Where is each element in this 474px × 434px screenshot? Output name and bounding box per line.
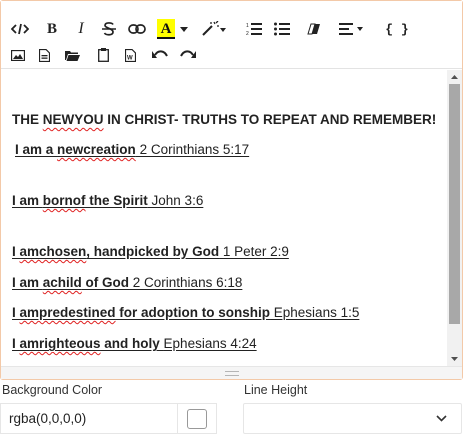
- font-color-dropdown-icon[interactable]: [179, 18, 189, 40]
- line-bold-pre: I: [12, 336, 20, 351]
- scroll-up-icon[interactable]: [447, 70, 462, 84]
- content-line: I amchosen, handpicked by God 1 Peter 2:…: [12, 244, 289, 259]
- scrollbar-thumb[interactable]: [449, 84, 460, 324]
- strikethrough-icon[interactable]: [100, 18, 118, 40]
- editor-resize-handle[interactable]: [1, 366, 462, 379]
- line-bold-pre: I: [12, 305, 20, 320]
- line-ref: Ephesians 1:5: [270, 305, 360, 320]
- eraser-icon[interactable]: [305, 18, 323, 40]
- undo-icon[interactable]: [151, 44, 169, 66]
- color-swatch-button[interactable]: [177, 403, 217, 434]
- font-color-button[interactable]: A: [155, 18, 177, 40]
- ordered-list-icon[interactable]: 12: [245, 18, 263, 40]
- editor-toolbar: B I A 12 { } W: [1, 1, 462, 69]
- color-swatch: [187, 408, 207, 429]
- font-color-icon: A: [157, 19, 175, 39]
- line-bold-pre: I am: [12, 275, 43, 290]
- italic-button[interactable]: I: [72, 18, 90, 40]
- line-bold-spell: bornof: [42, 193, 86, 208]
- svg-text:W: W: [127, 55, 133, 61]
- line-bold-post: for adoption to sonship: [115, 305, 271, 320]
- line-bold-post: , handpicked by God: [86, 244, 220, 259]
- line-height-label: Line Height: [244, 383, 308, 397]
- line-ref: 1 Peter 2:9: [219, 244, 289, 259]
- link-icon[interactable]: [127, 18, 147, 40]
- svg-text:1: 1: [246, 23, 249, 29]
- redo-icon[interactable]: [179, 44, 197, 66]
- line-bold-post: the Spirit: [85, 193, 148, 208]
- image-icon[interactable]: [9, 44, 27, 66]
- line-bold-spell: amchosen: [19, 244, 87, 259]
- content-line: I am achild of God 2 Corinthians 6:18: [12, 275, 242, 290]
- line-ref: John 3:6: [147, 193, 204, 208]
- editor-content[interactable]: THE NEWYOU IN CHRIST- TRUTHS TO REPEAT A…: [1, 70, 447, 366]
- line-bold-spell: amrighteous: [19, 336, 101, 351]
- grip-icon: [224, 370, 239, 376]
- folder-icon[interactable]: [63, 44, 81, 66]
- line-ref: 2 Corinthians 5:17: [135, 142, 250, 157]
- line-bold-post: and holy: [100, 336, 164, 351]
- heading-spell: NEWYOU: [42, 112, 104, 127]
- heading-pre: THE: [12, 112, 43, 127]
- word-document-icon[interactable]: W: [122, 44, 138, 66]
- line-ref: 2 Corinthians 6:18: [129, 275, 243, 290]
- line-bold-spell: ampredestined: [19, 305, 116, 320]
- bold-button[interactable]: B: [43, 18, 61, 40]
- align-dropdown-icon[interactable]: [338, 18, 366, 40]
- scroll-down-icon[interactable]: [447, 352, 462, 366]
- content-line: I amrighteous and holy Ephesians 4:24: [12, 336, 257, 351]
- file-icon[interactable]: [36, 44, 52, 66]
- line-bold-pre: I: [12, 244, 20, 259]
- content-line: I ampredestined for adoption to sonship …: [12, 305, 359, 320]
- content-line: I am a newcreation 2 Corinthians 5:17: [15, 142, 249, 157]
- rich-text-editor: B I A 12 { } W THE NEWYOU IN CHRIST- TRU…: [0, 0, 463, 380]
- magic-wand-icon[interactable]: [201, 18, 227, 40]
- svg-text:2: 2: [246, 31, 249, 36]
- line-bold-pre: I am: [12, 193, 43, 208]
- code-view-icon[interactable]: [10, 18, 30, 40]
- content-heading: THE NEWYOU IN CHRIST- TRUTHS TO REPEAT A…: [12, 112, 436, 127]
- vertical-scrollbar[interactable]: [447, 70, 462, 366]
- line-ref: Ephesians 4:24: [163, 336, 257, 351]
- line-bold-spell: newcreation: [57, 142, 136, 157]
- line-height-select[interactable]: [243, 403, 462, 434]
- chevron-down-icon: [436, 415, 447, 422]
- clipboard-icon[interactable]: [95, 44, 111, 66]
- background-color-input[interactable]: rgba(0,0,0,0): [0, 403, 177, 434]
- background-color-label: Background Color: [2, 383, 103, 397]
- unordered-list-icon[interactable]: [273, 18, 291, 40]
- heading-post: IN CHRIST- TRUTHS TO REPEAT AND REMEMBER…: [103, 112, 437, 127]
- line-bold-spell: achild: [42, 275, 82, 290]
- line-bold-post: of God: [81, 275, 130, 290]
- code-block-button[interactable]: { }: [384, 18, 410, 40]
- content-line: I am bornof the Spirit John 3:6: [12, 193, 203, 208]
- line-bold-pre: I am a: [15, 142, 58, 157]
